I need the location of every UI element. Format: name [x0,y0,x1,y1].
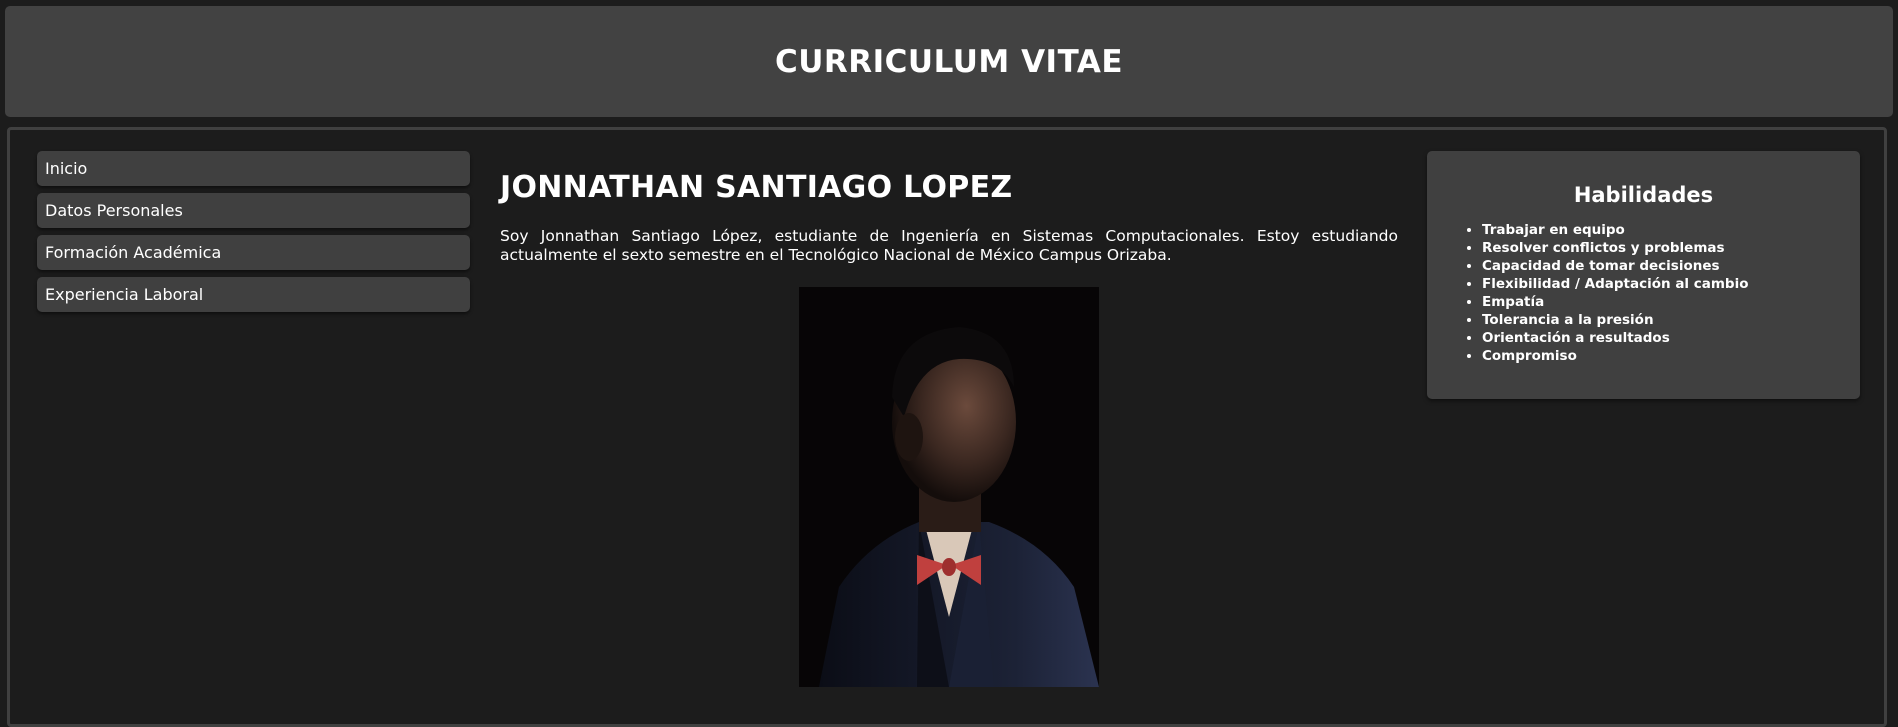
profile-photo [799,287,1099,687]
skills-panel: Habilidades Trabajar en equipo Resolver … [1427,151,1860,399]
list-item: Empatía [1482,293,1860,311]
skills-list: Trabajar en equipo Resolver conflictos y… [1427,221,1860,365]
profile-content: JONNATHAN SANTIAGO LOPEZ Soy Jonnathan S… [500,170,1398,265]
sidebar-item-experiencia-laboral[interactable]: Experiencia Laboral [37,277,470,312]
sidebar-item-inicio[interactable]: Inicio [37,151,470,186]
sidebar-item-datos-personales[interactable]: Datos Personales [37,193,470,228]
list-item: Resolver conflictos y problemas [1482,239,1860,257]
list-item: Trabajar en equipo [1482,221,1860,239]
list-item: Capacidad de tomar decisiones [1482,257,1860,275]
list-item: Flexibilidad / Adaptación al cambio [1482,275,1860,293]
list-item: Orientación a resultados [1482,329,1860,347]
page-header: CURRICULUM VITAE [5,6,1893,117]
list-item: Tolerancia a la presión [1482,311,1860,329]
profile-name: JONNATHAN SANTIAGO LOPEZ [500,170,1013,205]
page-title: CURRICULUM VITAE [774,43,1124,80]
sidebar-nav: Inicio Datos Personales Formación Académ… [37,151,470,319]
skills-title: Habilidades [1573,183,1714,207]
portrait-photo-icon [799,287,1099,687]
list-item: Compromiso [1482,347,1860,365]
sidebar-item-formacion-academica[interactable]: Formación Académica [37,235,470,270]
profile-intro: Soy Jonnathan Santiago López, estudiante… [500,227,1398,264]
